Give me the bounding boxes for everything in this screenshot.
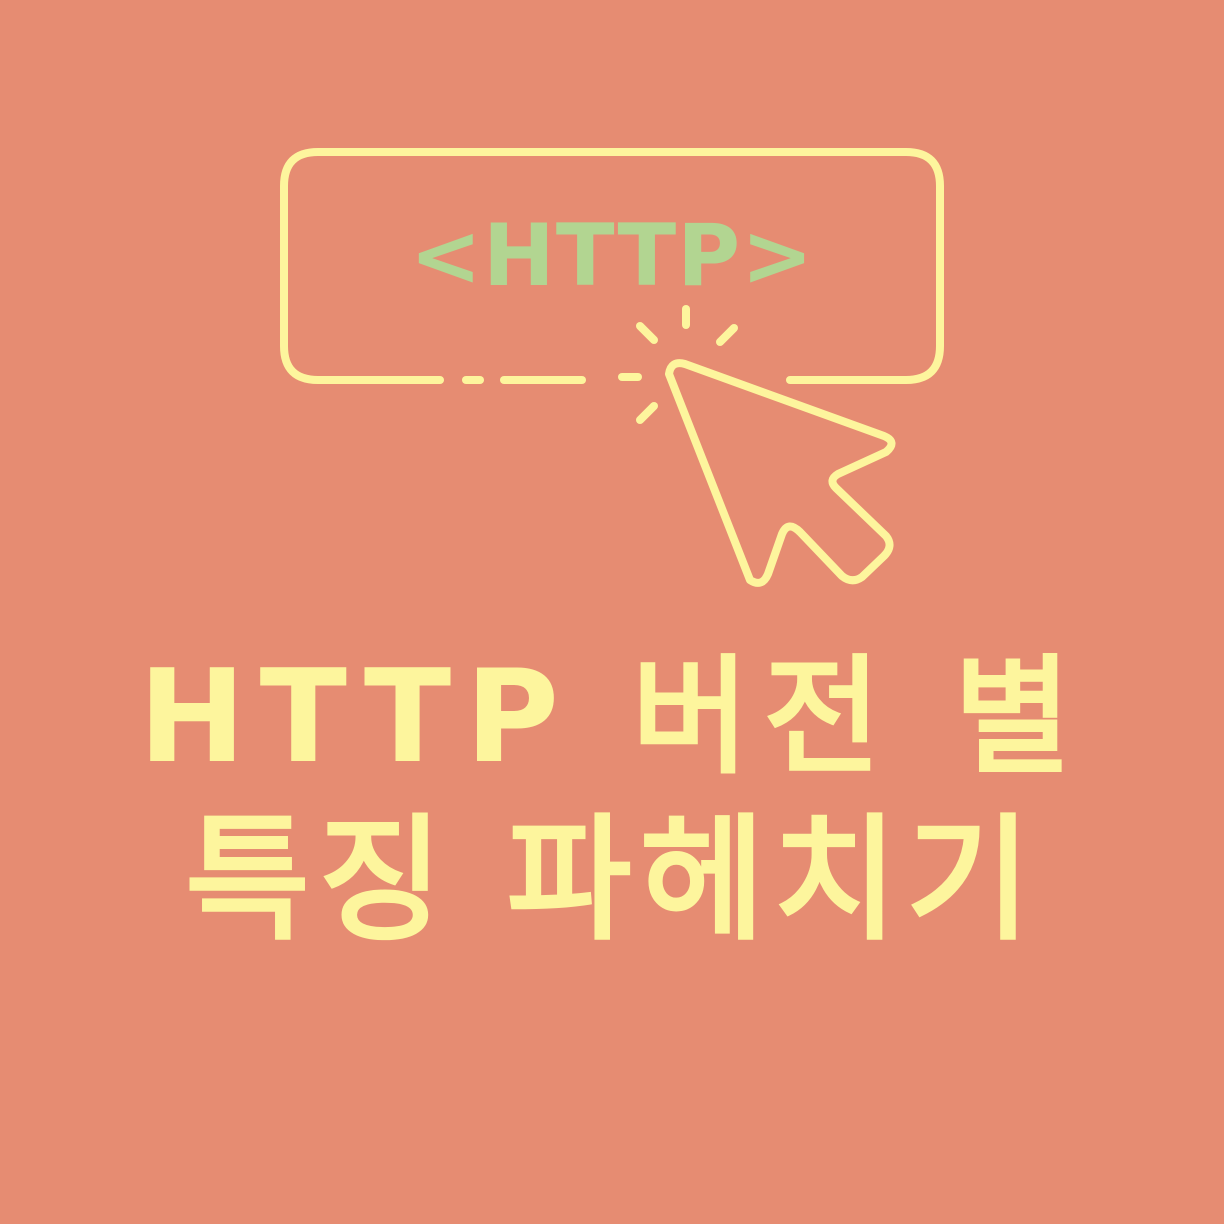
button-dashed-edge <box>462 373 642 384</box>
http-click-illustration <box>280 148 944 587</box>
mouse-cursor-icon <box>665 359 896 587</box>
headline-line-2: 특징 파헤치기 <box>184 802 1040 960</box>
headline-line-1: HTTP 버전 별 <box>138 643 1086 792</box>
http-button-label: <HTTP> <box>409 206 815 306</box>
